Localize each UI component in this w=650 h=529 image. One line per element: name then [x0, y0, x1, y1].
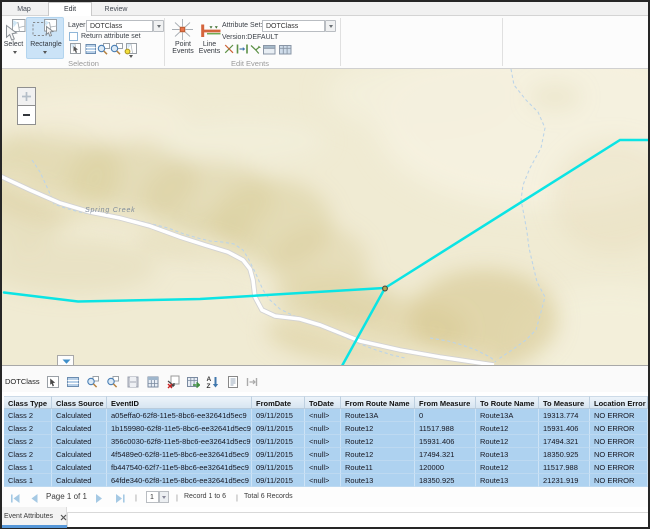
- svg-text:Spring Creek: Spring Creek: [85, 207, 135, 214]
- svg-text:Z: Z: [207, 383, 211, 389]
- svg-text:A: A: [207, 376, 212, 383]
